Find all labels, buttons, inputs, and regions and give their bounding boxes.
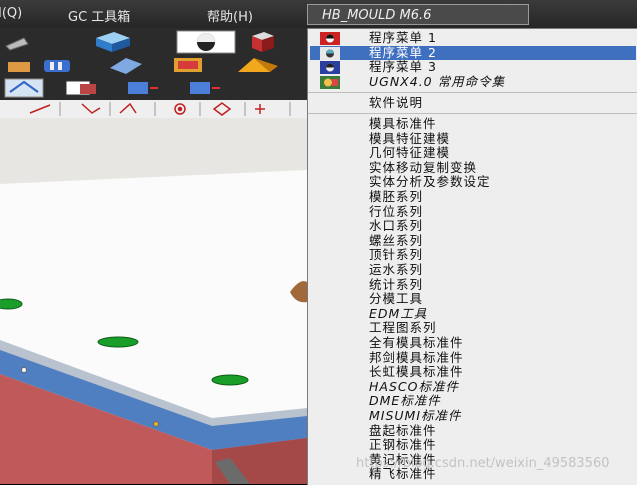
menu-item[interactable]: EDM工具	[310, 306, 636, 322]
program-menu-icon	[320, 61, 340, 75]
menu-hb-mould[interactable]: HB_MOULD M6.6	[307, 4, 529, 25]
program-menu-icon	[320, 32, 340, 45]
menu-item[interactable]: 螺丝系列	[310, 233, 636, 249]
menu-item[interactable]: 全有模具标准件	[310, 335, 636, 351]
menu-bar: I(Q) GC 工具箱 帮助(H) HB_MOULD M6.6	[0, 0, 637, 28]
mold-icon[interactable]	[42, 56, 72, 76]
menu-item[interactable]: 顶针系列	[310, 248, 636, 263]
cylinder-icon[interactable]	[4, 56, 34, 76]
menu-item[interactable]: 分模工具	[310, 292, 636, 307]
menu-item[interactable]: DME标准件	[310, 394, 636, 409]
menu-item-program-3[interactable]: 程序菜单 3	[310, 60, 636, 75]
graphics-viewport[interactable]	[0, 118, 307, 484]
menu-item[interactable]: 行位系列	[310, 204, 636, 220]
menu-item[interactable]: 工程图系列	[310, 321, 636, 336]
menu-separator	[308, 113, 637, 114]
menu-item[interactable]: 实体分析及参数设定	[310, 175, 636, 190]
toolbar-area	[0, 28, 307, 118]
program-menu-icon	[320, 46, 340, 60]
render-style-icon[interactable]	[176, 30, 236, 54]
menu-item[interactable]: 模具标准件	[310, 116, 636, 132]
menu-item[interactable]: 实体移动复制变换	[310, 160, 636, 176]
snap-toolbar	[0, 100, 307, 118]
box-icon[interactable]	[92, 30, 134, 54]
hb-mould-dropdown: 程序菜单 1 程序菜单 2 程序菜单 3 UGNX4.0 常用命令集 软件说明 …	[307, 28, 637, 485]
snap-point-icon[interactable]	[122, 78, 162, 98]
menu-help[interactable]: 帮助(H)	[207, 6, 253, 25]
menu-item[interactable]: 盘起标准件	[310, 423, 636, 439]
menu-item[interactable]: 统计系列	[310, 277, 636, 293]
color-box-icon[interactable]	[244, 30, 280, 54]
menu-item[interactable]: 邦剑模具标准件	[310, 350, 636, 366]
menu-item-ugnx-commands[interactable]: UGNX4.0 常用命令集	[310, 74, 636, 90]
menu-item[interactable]: 几何特征建模	[310, 146, 636, 161]
menu-item[interactable]: HASCO标准件	[310, 379, 636, 395]
menu-gc-toolbox[interactable]: GC 工具箱	[68, 6, 130, 25]
draw-icon[interactable]	[2, 32, 32, 52]
snap-line-icon[interactable]	[4, 78, 44, 98]
menu-insert[interactable]: I(Q)	[0, 6, 22, 21]
menu-item-program-1[interactable]: 程序菜单 1	[310, 30, 636, 46]
move-icon[interactable]	[108, 54, 144, 76]
mold-model	[0, 118, 307, 484]
menu-item[interactable]: 模胚系列	[310, 189, 636, 205]
watermark: https://blog.csdn.net/weixin_49583560	[356, 456, 610, 471]
ugnx-icon	[320, 75, 340, 89]
menu-item[interactable]: 运水系列	[310, 262, 636, 278]
snap-arc-icon[interactable]	[184, 78, 224, 98]
menu-item[interactable]: 水口系列	[310, 219, 636, 234]
menu-item-program-2[interactable]: 程序菜单 2	[310, 45, 636, 61]
plane-icon[interactable]	[170, 54, 206, 76]
pyramid-icon[interactable]	[234, 54, 282, 76]
menu-item[interactable]: 正钢标准件	[310, 438, 636, 453]
menu-item[interactable]: 模具特征建模	[310, 131, 636, 147]
menu-item-software-info[interactable]: 软件说明	[310, 95, 636, 111]
menu-separator	[308, 92, 637, 93]
menu-item[interactable]: MISUMI标准件	[310, 408, 636, 424]
menu-item[interactable]: 长虹模具标准件	[310, 365, 636, 380]
snap-curve-icon[interactable]	[62, 78, 102, 98]
